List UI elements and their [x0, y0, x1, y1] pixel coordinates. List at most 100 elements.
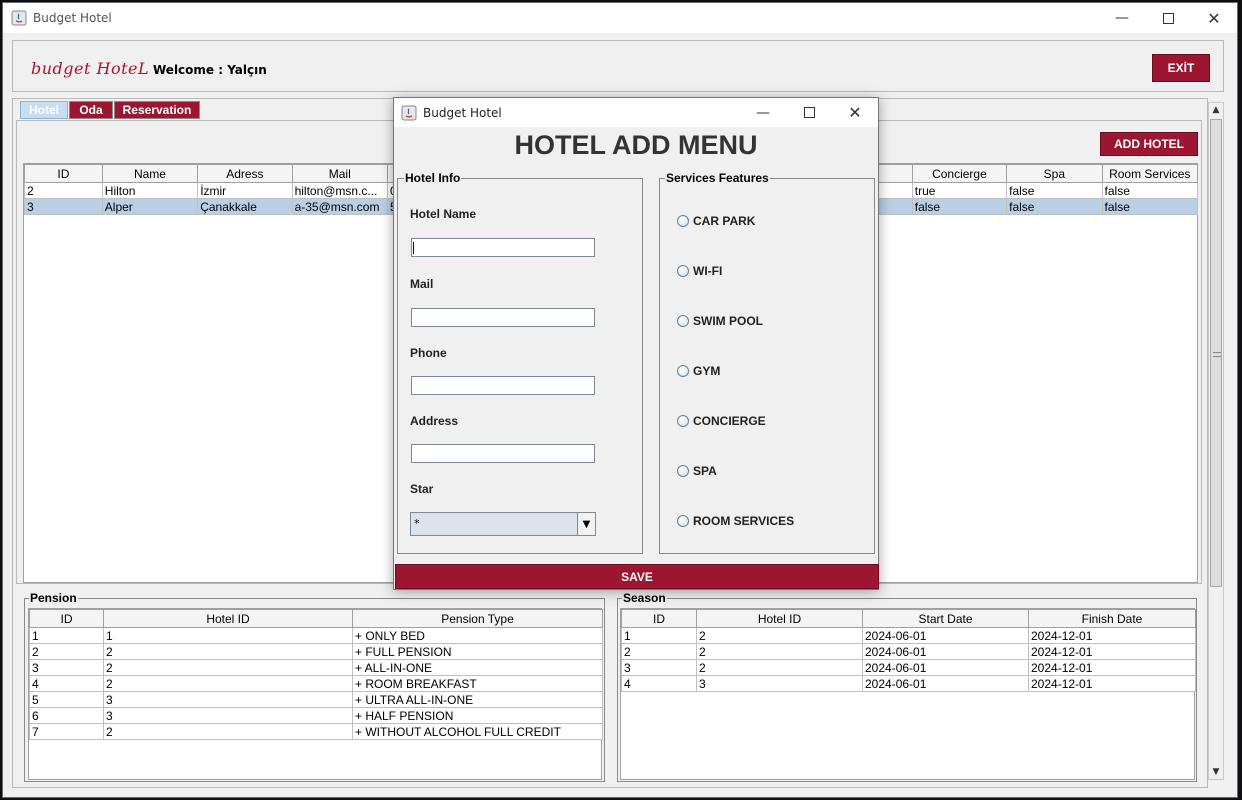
column-header-name[interactable]: Name: [101, 164, 199, 183]
tab-hotel[interactable]: Hotel: [20, 101, 68, 119]
cell-id: 3: [621, 659, 697, 676]
cell-name: Hilton: [101, 182, 199, 199]
hotel-info-title: Hotel Info: [404, 171, 462, 185]
cell-id: 7: [29, 723, 104, 740]
main-vertical-scrollbar[interactable]: ▲ ▼: [1208, 102, 1224, 780]
table-row[interactable]: 1 1 + ONLY BED: [29, 627, 603, 644]
close-button[interactable]: ✕: [1191, 3, 1237, 33]
dialog-close-button[interactable]: ✕: [832, 98, 878, 127]
mail-label: Mail: [410, 277, 434, 291]
dialog-maximize-button[interactable]: [786, 98, 832, 127]
pension-table-viewport[interactable]: ID Hotel ID Pension Type 1 1 + ONLY BED 22…: [28, 608, 603, 780]
minimize-icon: —: [756, 104, 770, 121]
maximize-button[interactable]: [1145, 3, 1191, 33]
title-bar[interactable]: Budget Hotel — ✕: [3, 3, 1237, 33]
cell-hotel-id: 2: [103, 723, 353, 740]
cell-pension-type: + FULL PENSION: [352, 643, 603, 660]
column-header-finish-date[interactable]: Finish Date: [1028, 609, 1196, 628]
cell-pension-type: + ROOM BREAKFAST: [352, 675, 603, 692]
column-header-id[interactable]: ID: [24, 164, 103, 183]
address-input[interactable]: [411, 444, 595, 463]
radio-button[interactable]: [677, 365, 689, 377]
column-header-adress[interactable]: Adress: [197, 164, 293, 183]
tab-oda[interactable]: Oda: [69, 101, 113, 119]
hotel-info-group: Hotel Info Hotel Name Mail Phone Address…: [397, 171, 643, 554]
cell-finish-date: 2024-12-01: [1028, 643, 1196, 660]
text-caret: [413, 242, 414, 254]
scroll-up-arrow-icon[interactable]: ▲: [1209, 103, 1223, 117]
table-header-row: ID Hotel ID Start Date Finish Date: [621, 609, 1196, 628]
add-hotel-button[interactable]: ADD HOTEL: [1100, 132, 1198, 156]
star-select[interactable]: * ▼: [410, 512, 596, 536]
java-app-icon: [11, 10, 27, 26]
table-row[interactable]: 6 3 + HALF PENSION: [29, 707, 603, 724]
cell-spa: false: [1006, 198, 1103, 215]
radio-button[interactable]: [677, 465, 689, 477]
table-row[interactable]: 2 2 2024-06-01 2024-12-01: [621, 643, 1196, 660]
column-header-id[interactable]: ID: [29, 609, 104, 628]
table-row[interactable]: 3 2 2024-06-01 2024-12-01: [621, 659, 1196, 676]
column-header-room-services[interactable]: Room Services: [1101, 164, 1199, 183]
cell-id: 4: [29, 675, 104, 692]
cell-id: 1: [29, 627, 104, 644]
cell-room-services: false: [1101, 198, 1199, 215]
cell-hotel-id: 3: [696, 675, 863, 692]
pension-title: Pension: [29, 591, 78, 605]
cell-adress: Çanakkale: [197, 198, 293, 215]
column-header-mail[interactable]: Mail: [291, 164, 388, 183]
column-header-start-date[interactable]: Start Date: [862, 609, 1029, 628]
hotel-name-input[interactable]: [411, 238, 595, 257]
cell-start-date: 2024-06-01: [862, 627, 1029, 644]
dialog-minimize-button[interactable]: —: [740, 98, 786, 127]
table-row[interactable]: 4 3 2024-06-01 2024-12-01: [621, 675, 1196, 692]
season-table: ID Hotel ID Start Date Finish Date 1 2 202…: [621, 609, 1196, 692]
cell-pension-type: + HALF PENSION: [352, 707, 603, 724]
table-row[interactable]: 3 2 + ALL-IN-ONE: [29, 659, 603, 676]
welcome-label: Welcome : Yalçın: [153, 63, 267, 77]
scrollbar-thumb[interactable]: [1210, 119, 1222, 587]
star-dropdown-button[interactable]: ▼: [577, 513, 595, 535]
cell-adress: İzmir: [197, 182, 293, 199]
radio-button[interactable]: [677, 265, 689, 277]
service-label: SPA: [693, 464, 717, 478]
cell-concierge: false: [911, 198, 1008, 215]
table-row[interactable]: 7 2 + WITHOUT ALCOHOL FULL CREDIT: [29, 723, 603, 740]
cell-id: 4: [621, 675, 697, 692]
cell-start-date: 2024-06-01: [862, 675, 1029, 692]
scroll-down-arrow-icon[interactable]: ▼: [1209, 765, 1223, 779]
table-row[interactable]: 1 2 2024-06-01 2024-12-01: [621, 627, 1196, 644]
radio-button[interactable]: [677, 215, 689, 227]
table-row[interactable]: 2 2 + FULL PENSION: [29, 643, 603, 660]
column-header-spa[interactable]: Spa: [1006, 164, 1103, 183]
exit-button[interactable]: EXİT: [1152, 54, 1210, 82]
cell-room-services: false: [1101, 182, 1199, 199]
dialog-title: Budget Hotel: [423, 106, 502, 120]
cell-mail: hilton@msn.c...: [291, 182, 388, 199]
season-table-viewport[interactable]: ID Hotel ID Start Date Finish Date 1 2 202…: [620, 608, 1196, 780]
column-header-pension-type[interactable]: Pension Type: [352, 609, 603, 628]
service-label: CAR PARK: [693, 214, 756, 228]
column-header-hotel-id[interactable]: Hotel ID: [103, 609, 353, 628]
radio-button[interactable]: [677, 515, 689, 527]
phone-input[interactable]: [411, 376, 595, 395]
tab-reservation[interactable]: Reservation: [114, 101, 200, 119]
column-header-hotel-id[interactable]: Hotel ID: [696, 609, 863, 628]
service-label: SWIM POOL: [693, 314, 763, 328]
cell-id: 6: [29, 707, 104, 724]
column-header-concierge[interactable]: Concierge: [911, 164, 1008, 183]
radio-button[interactable]: [677, 315, 689, 327]
column-header-id[interactable]: ID: [621, 609, 697, 628]
cell-pension-type: + WITHOUT ALCOHOL FULL CREDIT: [352, 723, 603, 740]
dialog-title-bar[interactable]: Budget Hotel — ✕: [394, 98, 878, 127]
save-button[interactable]: SAVE: [395, 564, 879, 589]
service-label: ROOM SERVICES: [693, 514, 795, 528]
radio-button[interactable]: [677, 415, 689, 427]
minimize-icon: —: [1115, 10, 1129, 26]
table-row[interactable]: 5 3 + ULTRA ALL-IN-ONE: [29, 691, 603, 708]
close-icon: ✕: [848, 103, 862, 122]
minimize-button[interactable]: —: [1099, 3, 1145, 33]
table-row[interactable]: 4 2 + ROOM BREAKFAST: [29, 675, 603, 692]
mail-input[interactable]: [411, 308, 595, 327]
cell-finish-date: 2024-12-01: [1028, 627, 1196, 644]
season-title: Season: [622, 591, 667, 605]
